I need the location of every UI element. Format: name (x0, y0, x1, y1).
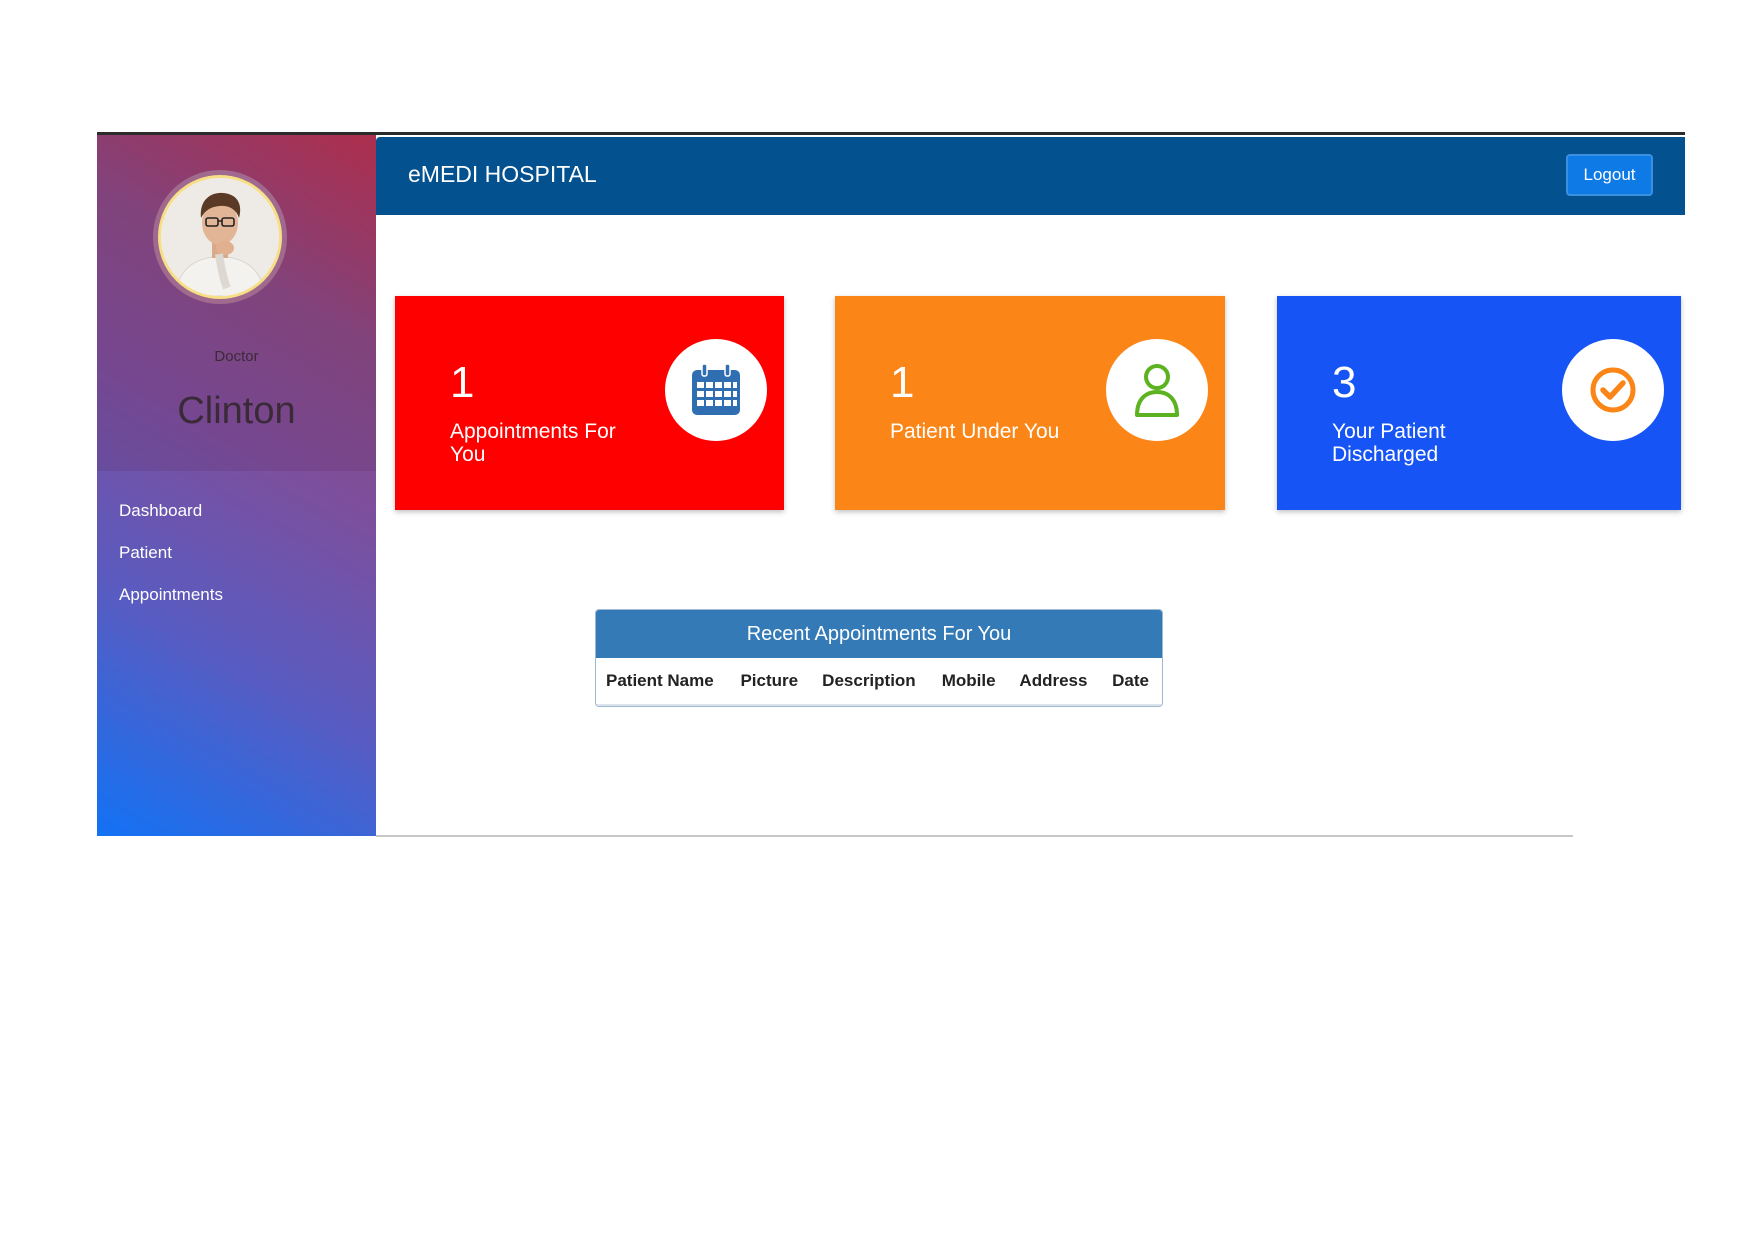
stat-icon-circle (665, 339, 767, 441)
stat-card-appointments[interactable]: 1 Appointments For You (395, 296, 784, 510)
stat-icon-circle (1562, 339, 1664, 441)
sidebar: Doctor Clinton Dashboard Patient Appoint… (97, 135, 376, 836)
column-header-description: Description (812, 658, 932, 706)
column-header-picture: Picture (730, 658, 813, 706)
table-header-row: Patient Name Picture Description Mobile … (596, 658, 1162, 706)
column-header-mobile: Mobile (931, 658, 1010, 706)
doctor-photo (161, 178, 279, 296)
appointments-table: Patient Name Picture Description Mobile … (596, 658, 1162, 706)
column-header-date: Date (1102, 658, 1162, 706)
sidebar-nav: Dashboard Patient Appointments (119, 490, 223, 616)
column-header-address: Address (1009, 658, 1103, 706)
content-divider (376, 835, 1573, 837)
calendar-icon (692, 364, 740, 415)
panel-title: Recent Appointments For You (596, 610, 1162, 658)
avatar (158, 175, 282, 299)
user-name: Clinton (177, 390, 296, 432)
avatar-ring (153, 170, 287, 304)
recent-appointments-panel: Recent Appointments For You Patient Name… (595, 609, 1163, 707)
stat-label: Your Patient Discharged (1332, 420, 1446, 466)
stat-label: Patient Under You (890, 420, 1060, 443)
user-icon (1135, 364, 1179, 417)
user-role: Doctor (214, 348, 259, 365)
brand-title[interactable]: eMEDI HOSPITAL (408, 137, 597, 211)
stat-label: Appointments For You (450, 420, 616, 466)
check-circle-icon (1590, 367, 1636, 413)
sidebar-item-patient[interactable]: Patient (119, 532, 223, 574)
logout-button[interactable]: Logout (1566, 154, 1653, 196)
stat-count: 1 (450, 358, 475, 407)
top-bar: eMEDI HOSPITAL Logout (376, 137, 1685, 215)
app-window: Doctor Clinton Dashboard Patient Appoint… (97, 132, 1685, 837)
stat-count: 3 (1332, 358, 1357, 407)
sidebar-item-dashboard[interactable]: Dashboard (119, 490, 223, 532)
sidebar-item-appointments[interactable]: Appointments (119, 574, 223, 616)
stat-card-patients[interactable]: 1 Patient Under You (835, 296, 1225, 510)
column-header-patient-name: Patient Name (596, 658, 731, 706)
stat-card-discharged[interactable]: 3 Your Patient Discharged (1277, 296, 1681, 510)
stat-count: 1 (890, 358, 915, 407)
stat-icon-circle (1106, 339, 1208, 441)
profile-panel: Doctor Clinton (97, 135, 376, 471)
